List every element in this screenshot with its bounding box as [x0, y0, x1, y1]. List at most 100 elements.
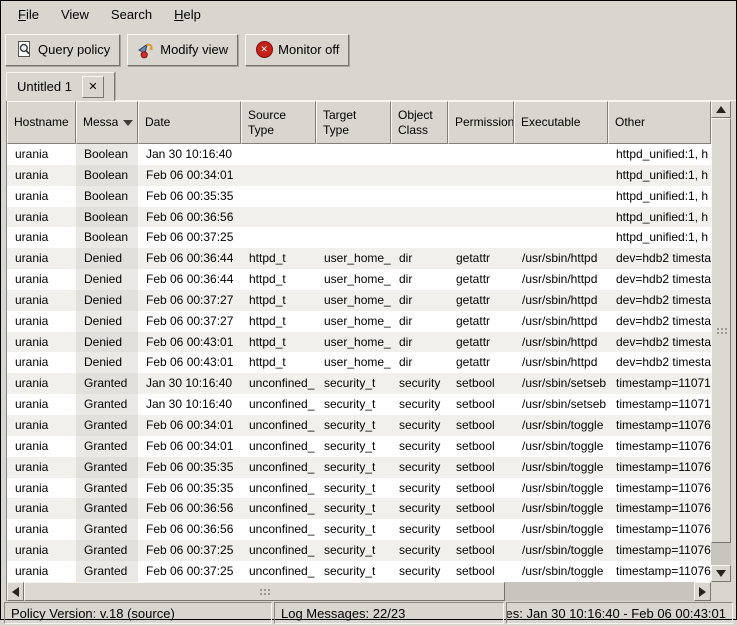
- cell-object-class: security: [391, 436, 448, 457]
- cell-hostname: urania: [7, 207, 76, 228]
- table-row[interactable]: urania Boolean Feb 06 00:36:56 httpd_uni…: [7, 207, 711, 228]
- cell-executable: /usr/sbin/toggle: [514, 540, 608, 561]
- table-row[interactable]: urania Denied Feb 06 00:43:01 httpd_t us…: [7, 332, 711, 353]
- cell-executable: /usr/sbin/toggle: [514, 519, 608, 540]
- cell-permission: getattr: [448, 269, 514, 290]
- table-row[interactable]: urania Denied Feb 06 00:43:01 httpd_t us…: [7, 352, 711, 373]
- cell-source-type: [241, 227, 316, 248]
- cell-target-type: [316, 227, 391, 248]
- vertical-scrollbar[interactable]: [711, 101, 731, 582]
- cell-object-class: security: [391, 394, 448, 415]
- horizontal-scroll-thumb[interactable]: [24, 582, 505, 601]
- scroll-down-button[interactable]: [711, 565, 731, 582]
- column-header-other[interactable]: Other: [608, 101, 711, 144]
- query-policy-button[interactable]: Query policy: [5, 34, 120, 66]
- vertical-scroll-track[interactable]: [711, 118, 731, 565]
- column-header-hostname[interactable]: Hostname: [7, 101, 76, 144]
- table-row[interactable]: urania Boolean Jan 30 10:16:40 httpd_uni…: [7, 144, 711, 165]
- cell-source-type: unconfined_: [241, 373, 316, 394]
- cell-hostname: urania: [7, 290, 76, 311]
- table-row[interactable]: urania Granted Feb 06 00:34:01 unconfine…: [7, 436, 711, 457]
- cell-date: Feb 06 00:37:25: [138, 227, 241, 248]
- cell-message: Boolean: [76, 144, 138, 165]
- scroll-up-button[interactable]: [711, 101, 731, 118]
- column-header-target-type[interactable]: Target Type: [316, 101, 391, 144]
- menu-view[interactable]: View: [50, 3, 100, 26]
- table-row[interactable]: urania Denied Feb 06 00:37:27 httpd_t us…: [7, 290, 711, 311]
- cell-other: httpd_unified:1, h: [608, 186, 711, 207]
- cell-executable: [514, 165, 608, 186]
- cell-permission: setbool: [448, 394, 514, 415]
- table-row[interactable]: urania Boolean Feb 06 00:37:25 httpd_uni…: [7, 227, 711, 248]
- table-row[interactable]: urania Granted Feb 06 00:36:56 unconfine…: [7, 498, 711, 519]
- column-header-label: Date: [145, 115, 170, 129]
- table-row[interactable]: urania Granted Feb 06 00:35:35 unconfine…: [7, 478, 711, 499]
- cell-message: Denied: [76, 248, 138, 269]
- table-row[interactable]: urania Granted Feb 06 00:35:35 unconfine…: [7, 457, 711, 478]
- cell-hostname: urania: [7, 186, 76, 207]
- cell-other: timestamp=11076: [608, 415, 711, 436]
- cell-source-type: httpd_t: [241, 290, 316, 311]
- cell-object-class: security: [391, 415, 448, 436]
- column-header-label: Hostname: [14, 115, 69, 129]
- cell-hostname: urania: [7, 311, 76, 332]
- modify-view-button[interactable]: Modify view: [127, 34, 238, 66]
- menu-file[interactable]: File: [7, 3, 50, 26]
- cell-object-class: dir: [391, 352, 448, 373]
- cell-other: timestamp=11076: [608, 519, 711, 540]
- table-row[interactable]: urania Denied Feb 06 00:36:44 httpd_t us…: [7, 248, 711, 269]
- column-header-source-type[interactable]: Source Type: [241, 101, 316, 144]
- cell-object-class: dir: [391, 290, 448, 311]
- table-row[interactable]: urania Denied Feb 06 00:36:44 httpd_t us…: [7, 269, 711, 290]
- table-row[interactable]: urania Granted Feb 06 00:36:56 unconfine…: [7, 519, 711, 540]
- column-header-date[interactable]: Date: [138, 101, 241, 144]
- horizontal-scroll-track[interactable]: [24, 582, 694, 601]
- cell-other: httpd_unified:1, h: [608, 227, 711, 248]
- table-row[interactable]: urania Granted Jan 30 10:16:40 unconfine…: [7, 373, 711, 394]
- table-row[interactable]: urania Boolean Feb 06 00:34:01 httpd_uni…: [7, 165, 711, 186]
- menu-bar: File View Search Help: [1, 1, 736, 28]
- table-row[interactable]: urania Granted Feb 06 00:37:25 unconfine…: [7, 540, 711, 561]
- column-header-executable[interactable]: Executable: [514, 101, 608, 144]
- cell-permission: setbool: [448, 436, 514, 457]
- table-row[interactable]: urania Denied Feb 06 00:37:27 httpd_t us…: [7, 311, 711, 332]
- cell-target-type: security_t: [316, 561, 391, 582]
- close-icon[interactable]: ✕: [82, 76, 104, 98]
- scroll-right-button[interactable]: [694, 582, 711, 601]
- monitor-off-button[interactable]: ✕ Monitor off: [245, 34, 349, 66]
- cell-permission: [448, 144, 514, 165]
- menu-search[interactable]: Search: [100, 3, 163, 26]
- cell-date: Feb 06 00:34:01: [138, 415, 241, 436]
- horizontal-scrollbar[interactable]: [6, 582, 711, 601]
- table-row[interactable]: urania Granted Feb 06 00:37:25 unconfine…: [7, 561, 711, 582]
- column-header-object-class[interactable]: Object Class: [391, 101, 448, 144]
- cell-source-type: unconfined_: [241, 394, 316, 415]
- cell-date: Feb 06 00:37:27: [138, 311, 241, 332]
- column-header-message[interactable]: Messa: [76, 101, 138, 144]
- cell-target-type: security_t: [316, 415, 391, 436]
- cell-hostname: urania: [7, 478, 76, 499]
- cell-executable: [514, 144, 608, 165]
- toolbar: Query policy Modify view ✕ Monitor off: [1, 28, 736, 71]
- scroll-grip-icon: [716, 327, 727, 334]
- cell-source-type: httpd_t: [241, 269, 316, 290]
- cell-target-type: security_t: [316, 498, 391, 519]
- cell-date: Feb 06 00:37:25: [138, 540, 241, 561]
- cell-hostname: urania: [7, 165, 76, 186]
- cell-target-type: user_home_: [316, 332, 391, 353]
- cell-permission: getattr: [448, 248, 514, 269]
- table-row[interactable]: urania Granted Feb 06 00:34:01 unconfine…: [7, 415, 711, 436]
- column-header-permission[interactable]: Permission: [448, 101, 514, 144]
- tab-untitled-1[interactable]: Untitled 1 ✕: [6, 72, 115, 101]
- menu-help[interactable]: Help: [163, 3, 212, 26]
- monitor-off-icon: ✕: [255, 41, 273, 59]
- cell-date: Feb 06 00:36:56: [138, 498, 241, 519]
- cell-permission: setbool: [448, 561, 514, 582]
- vertical-scroll-thumb[interactable]: [711, 118, 731, 543]
- cell-permission: getattr: [448, 352, 514, 373]
- table-row[interactable]: urania Boolean Feb 06 00:35:35 httpd_uni…: [7, 186, 711, 207]
- scroll-left-button[interactable]: [7, 582, 24, 601]
- cell-message: Denied: [76, 352, 138, 373]
- table-row[interactable]: urania Granted Jan 30 10:16:40 unconfine…: [7, 394, 711, 415]
- table-body: urania Boolean Jan 30 10:16:40 httpd_uni…: [7, 144, 711, 582]
